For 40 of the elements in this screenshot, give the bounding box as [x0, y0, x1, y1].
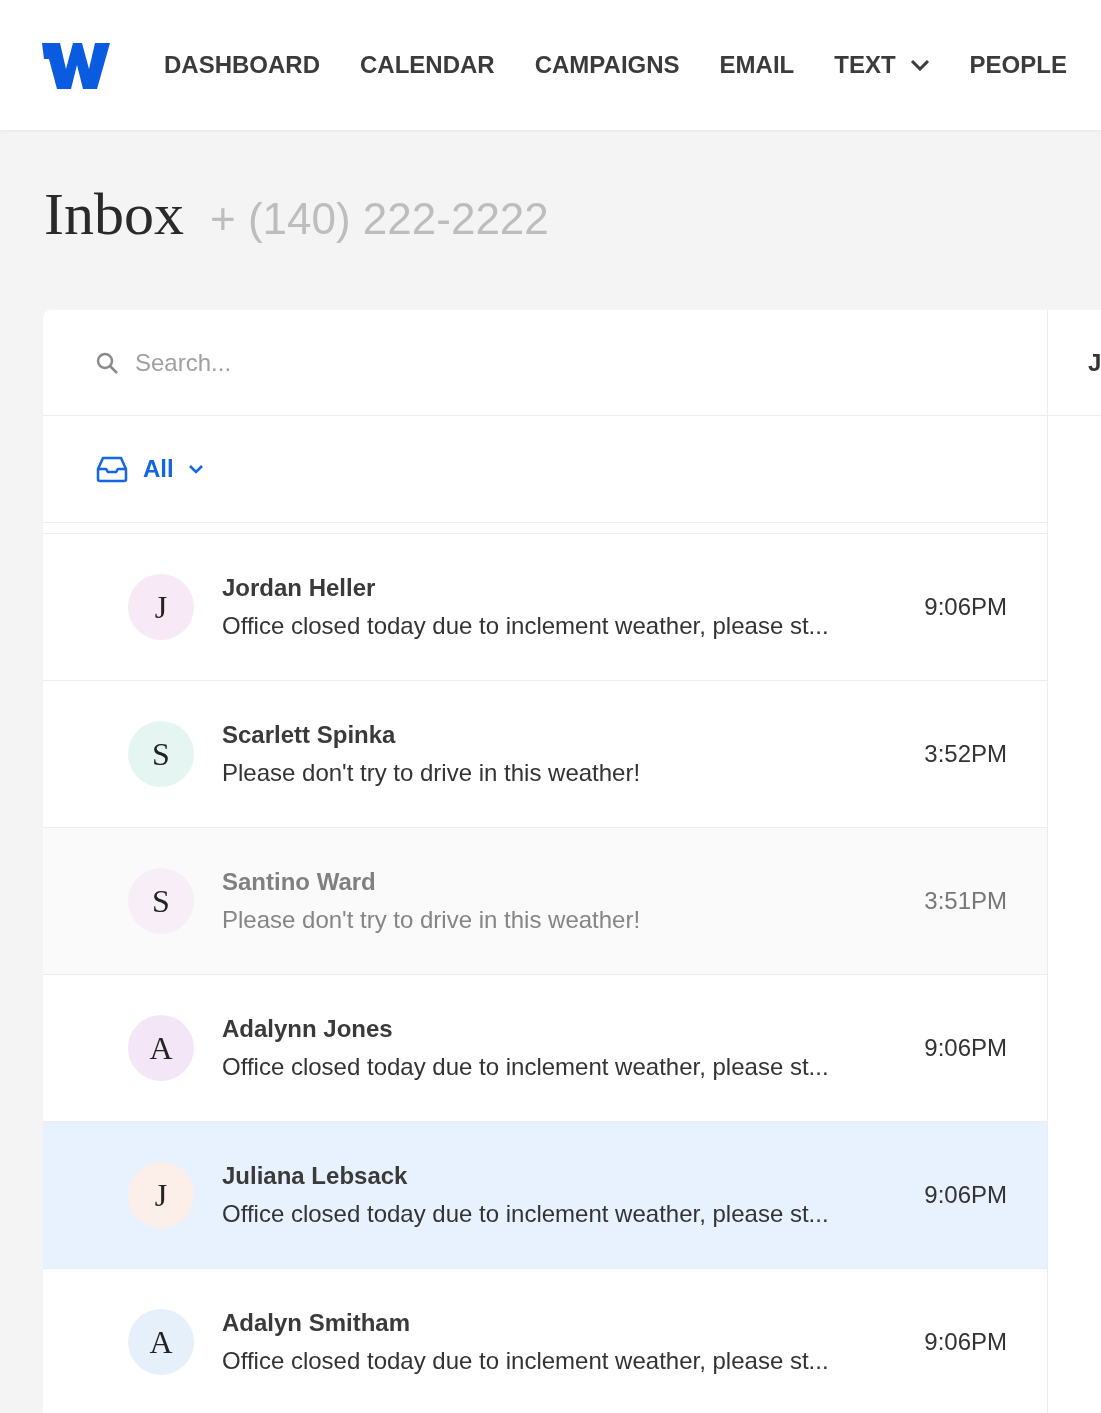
search-icon — [95, 350, 119, 375]
logo-icon[interactable] — [42, 41, 110, 89]
contact-name: Jordan Heller — [222, 574, 377, 602]
message-preview: Please don't try to drive in this weather! — [222, 759, 642, 787]
message-time: 9:06PM — [924, 1328, 1007, 1356]
nav-link[interactable]: TEXT — [834, 51, 930, 79]
avatar: S — [128, 868, 194, 934]
message-time: 3:52PM — [924, 740, 1007, 768]
nav-link[interactable]: DASHBOARD — [164, 51, 320, 79]
filter-dropdown[interactable]: All — [95, 455, 204, 483]
message-preview: Office closed today due to inclement weather, please st... — [222, 1347, 830, 1375]
message-preview: Office closed today due to inclement weather, please st... — [222, 612, 830, 640]
chevron-down-icon — [187, 464, 204, 474]
message-preview: Office closed today due to inclement weather, please st... — [222, 1200, 830, 1228]
nav-link[interactable]: EMAIL — [719, 51, 795, 79]
message-time: 3:51PM — [924, 887, 1007, 915]
conversation-header: J — [1088, 348, 1101, 377]
chevron-down-icon — [909, 59, 930, 71]
avatar: J — [128, 574, 194, 640]
inbox-icon — [95, 455, 129, 483]
message-time: 9:06PM — [924, 1034, 1007, 1062]
message-time: 9:06PM — [924, 593, 1007, 621]
conversation-item[interactable]: J Juliana Lebsack Office closed today due to inclement weather, please st... 9:06PM — [43, 1121, 1047, 1268]
avatar: S — [128, 721, 194, 787]
message-preview: Please don't try to drive in this weather! — [222, 906, 642, 934]
avatar: J — [128, 1162, 194, 1228]
message-time: 9:06PM — [924, 1181, 1007, 1209]
avatar: A — [128, 1309, 194, 1375]
nav-link[interactable]: CAMPAIGNS — [534, 51, 680, 79]
nav-link[interactable]: CALENDAR — [360, 51, 495, 79]
avatar: A — [128, 1015, 194, 1081]
message-preview: Office closed today due to inclement weather, please st... — [222, 1053, 830, 1081]
contact-name: Santino Ward — [222, 868, 377, 896]
contact-name: Scarlett Spinka — [222, 721, 397, 749]
contact-name: Adalynn Jones — [222, 1015, 394, 1043]
nav-link[interactable]: PEOPLE — [969, 51, 1067, 79]
contact-name: Adalyn Smitham — [222, 1309, 412, 1337]
page-title: Inbox — [44, 180, 184, 249]
contact-name: Juliana Lebsack — [222, 1162, 409, 1190]
conversation-item[interactable]: S Santino Ward Please don't try to drive in this weather! 3:51PM — [43, 827, 1047, 974]
